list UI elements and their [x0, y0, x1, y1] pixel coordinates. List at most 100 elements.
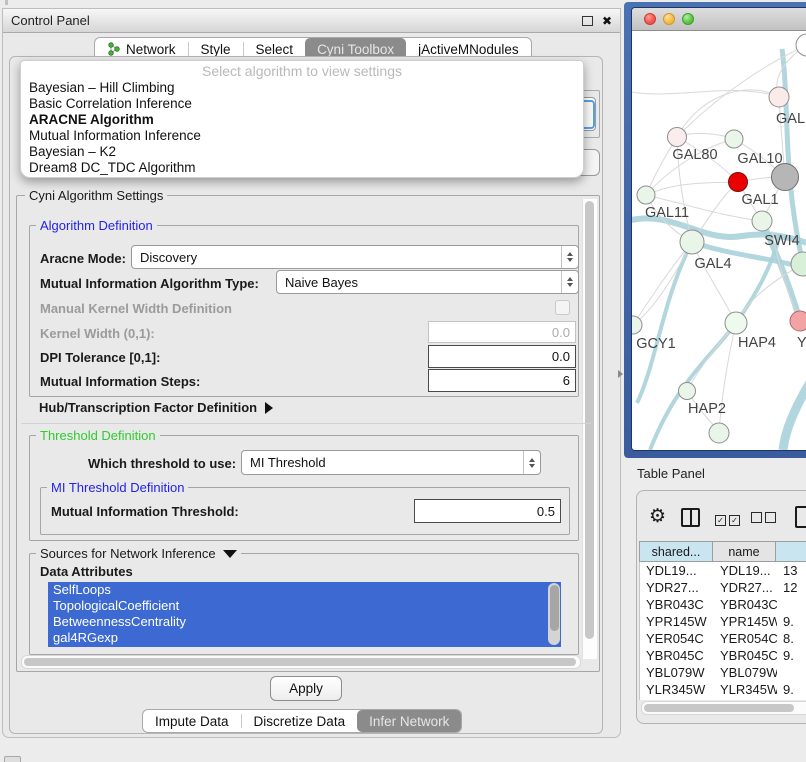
node-label: GCY1 [636, 336, 676, 352]
settings-vertical-scrollbar[interactable] [582, 199, 597, 659]
algorithm-option[interactable]: Mutual Information Inference [21, 128, 583, 144]
gear-icon[interactable]: ⚙ [649, 507, 666, 526]
select-all-checks-icon[interactable]: ✓✓ [715, 511, 743, 526]
which-threshold-combobox[interactable]: MI Threshold [241, 450, 541, 475]
node-label: GAL11 [645, 205, 689, 221]
table-row[interactable]: YDL19...YDL19...13 [640, 562, 806, 579]
node-gray[interactable] [772, 164, 799, 191]
mi-algorithm-type-value: Naive Bayes [285, 275, 358, 290]
table-row[interactable]: YBL079WYBL079W [640, 664, 806, 681]
table-row[interactable]: YDR27...YDR27...12 [640, 579, 806, 596]
node[interactable] [796, 34, 806, 56]
algorithm-option[interactable]: Bayesian – K2 [21, 144, 583, 160]
table-row[interactable]: YBR043CYBR043C [640, 596, 806, 613]
table-header: shared... name [639, 541, 806, 562]
settings-horizontal-scrollbar[interactable] [21, 655, 581, 669]
mi-steps-label: Mutual Information Steps: [40, 374, 200, 389]
attribute-item-selected[interactable]: TopologicalCoefficient [48, 598, 561, 614]
scrollbar-thumb[interactable] [550, 585, 559, 631]
scrollbar-thumb[interactable] [585, 201, 594, 639]
node-label: GAL [776, 111, 805, 127]
hub-definition-expander[interactable]: Hub/Transcription Factor Definition [39, 400, 273, 415]
float-window-icon[interactable] [582, 16, 593, 26]
node[interactable] [709, 423, 729, 443]
network-icon [107, 42, 121, 56]
unchecked-box-icon [765, 512, 776, 523]
attribute-item-selected[interactable]: SelfLoops [48, 582, 561, 598]
node-y[interactable] [790, 311, 806, 331]
close-icon[interactable]: ✖ [602, 15, 612, 27]
aracne-mode-combobox[interactable]: Discovery [131, 245, 579, 269]
tab-impute-data[interactable]: Impute Data [143, 710, 241, 732]
zoom-traffic-light-icon[interactable] [682, 13, 694, 25]
column-header[interactable] [776, 541, 806, 562]
table-row[interactable]: YPR145WYPR145W9. [640, 613, 806, 630]
collapse-down-icon[interactable] [223, 550, 237, 558]
node-gal11[interactable] [637, 186, 655, 204]
algorithm-option[interactable]: Bayesian – Hill Climbing [21, 80, 583, 96]
node-hap2[interactable] [679, 383, 696, 400]
node-label: GAL80 [672, 147, 717, 163]
attribute-item-selected[interactable]: BetweennessCentrality [48, 614, 561, 630]
manual-kernel-width-checkbox[interactable] [555, 300, 570, 315]
combobox-arrows-icon [561, 246, 578, 268]
table-row[interactable]: YLR345WYLR345W9. [640, 681, 806, 698]
threshold-definition-group: Threshold Definition Which threshold to … [29, 435, 579, 541]
list-vertical-scrollbar[interactable] [548, 583, 560, 645]
panel-toggle-icon[interactable] [4, 756, 21, 762]
panel-splitter-handle[interactable] [618, 370, 623, 378]
network-window-titlebar[interactable] [632, 8, 806, 31]
aracne-mode-label: Aracne Mode: [40, 251, 126, 266]
apply-button[interactable]: Apply [270, 676, 342, 701]
mi-threshold-input[interactable]: 0.5 [414, 499, 561, 523]
column-header-shared-name[interactable]: shared... [639, 541, 713, 562]
separator-line [21, 423, 591, 424]
algorithm-option[interactable]: Dream8 DC_TDC Algorithm [21, 160, 583, 176]
node-hap4[interactable] [725, 312, 747, 334]
dpi-tolerance-input[interactable]: 0.0 [428, 345, 576, 368]
document-icon[interactable] [795, 506, 806, 528]
deselect-all-checks-icon[interactable] [751, 511, 779, 526]
algorithm-definition-group: Algorithm Definition Aracne Mode: Discov… [29, 225, 579, 397]
mi-steps-input[interactable]: 6 [428, 369, 576, 392]
cyni-toolbox-panel: Select algorithm to view settings Bayesi… [9, 56, 603, 734]
hub-definition-label: Hub/Transcription Factor Definition [39, 400, 257, 415]
node-gal80[interactable] [668, 128, 687, 147]
table-panel-title: Table Panel [637, 466, 705, 481]
column-header-name[interactable]: name [713, 541, 776, 562]
table-row[interactable]: YER054CYER054C8. [640, 630, 806, 647]
scrollbar-thumb[interactable] [644, 704, 794, 712]
node[interactable] [791, 252, 806, 276]
node-selected-red[interactable] [729, 173, 748, 192]
checked-box-icon: ✓ [729, 515, 740, 526]
node-label: GAL10 [737, 151, 782, 167]
node-label: HAP2 [688, 401, 726, 417]
tab-label: Discretize Data [254, 714, 346, 729]
close-traffic-light-icon[interactable] [644, 13, 656, 25]
tab-discretize-data[interactable]: Discretize Data [242, 710, 358, 732]
algorithm-definition-legend: Algorithm Definition [36, 218, 157, 233]
threshold-definition-legend: Threshold Definition [36, 428, 160, 443]
tab-label: Impute Data [155, 714, 229, 729]
mi-algorithm-type-combobox[interactable]: Naive Bayes [276, 270, 579, 294]
node-swi4[interactable] [752, 211, 772, 231]
tab-infer-network[interactable]: Infer Network [357, 710, 461, 732]
node-label: GAL1 [741, 192, 778, 208]
node-gal4[interactable] [680, 230, 704, 254]
table-row[interactable]: YIL052CYIL052C9 [640, 698, 806, 700]
scrollbar-thumb[interactable] [24, 658, 576, 666]
node-gal[interactable] [769, 87, 789, 107]
table-horizontal-scrollbar[interactable] [641, 701, 806, 715]
checked-box-icon: ✓ [715, 515, 726, 526]
columns-icon[interactable] [681, 508, 700, 527]
tab-label: Infer Network [369, 714, 449, 729]
network-canvas[interactable]: GAL GAL80 GAL10 GAL1 GAL11 SWI4 GAL4 GCY… [632, 31, 806, 450]
algorithm-option-highlighted[interactable]: ARACNE Algorithm [21, 112, 583, 128]
node-gal10[interactable] [725, 130, 743, 148]
minimize-traffic-light-icon[interactable] [663, 13, 675, 25]
algorithm-option[interactable]: Basic Correlation Inference [21, 96, 583, 112]
table-row[interactable]: YBR045CYBR045C9. [640, 647, 806, 664]
cyni-algorithm-settings-legend: Cyni Algorithm Settings [25, 188, 167, 203]
attribute-item-selected[interactable]: gal4RGexp [48, 630, 561, 646]
aracne-mode-value: Discovery [140, 250, 197, 265]
